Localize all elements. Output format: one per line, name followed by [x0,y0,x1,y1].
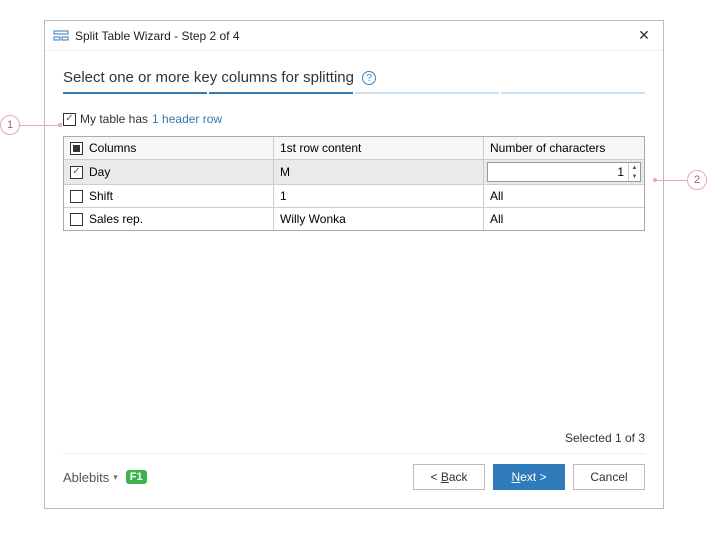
row-checkbox[interactable] [70,213,83,226]
titlebar: Split Table Wizard - Step 2 of 4 ✕ [45,21,663,51]
brand[interactable]: Ablebits ▾ [63,470,118,485]
col-header-chars[interactable]: Number of characters [484,137,644,159]
row-col-name: Sales rep. [64,208,274,230]
col-header-sample[interactable]: 1st row content [274,137,484,159]
row-name-label: Sales rep. [89,212,143,226]
brand-label: Ablebits [63,470,109,485]
col-header-columns[interactable]: Columns [64,137,274,159]
row-name-label: Shift [89,189,113,203]
table-row[interactable]: Shift 1 All [64,185,644,208]
app-icon [53,28,69,44]
chars-spin: ▲ ▼ [628,163,640,181]
wizard-content: Select one or more key columns for split… [45,51,663,508]
callout-1: 1 [0,115,20,135]
cancel-button[interactable]: Cancel [573,464,645,490]
select-all-checkbox[interactable] [70,142,83,155]
f1-badge[interactable]: F1 [126,470,147,484]
row-name-label: Day [89,165,110,179]
step-seg-2 [209,92,353,94]
row-sample: Willy Wonka [274,208,484,230]
help-icon[interactable]: ? [362,71,376,85]
selection-status: Selected 1 of 3 [63,431,645,445]
header-row-link[interactable]: 1 header row [152,112,222,126]
callout-2: 2 [687,170,707,190]
heading-text: Select one or more key columns for split… [63,69,354,86]
row-chars: All [484,185,644,207]
chevron-down-icon: ▾ [113,472,118,483]
table-row[interactable]: Sales rep. Willy Wonka All [64,208,644,230]
chars-stepper[interactable]: 1 ▲ ▼ [487,162,641,182]
step-seg-3 [355,92,499,94]
col-header-columns-label: Columns [89,141,136,155]
table-row[interactable]: Day M 1 ▲ ▼ [64,160,644,185]
row-checkbox[interactable] [70,166,83,179]
step-seg-1 [63,92,207,94]
step-seg-4 [501,92,645,94]
close-icon[interactable]: ✕ [633,27,655,44]
chars-up-icon[interactable]: ▲ [629,163,640,172]
row-checkbox[interactable] [70,190,83,203]
callout-line-1 [20,125,60,126]
row-col-name: Shift [64,185,274,207]
row-sample: M [274,160,484,184]
header-row-label: My table has [80,112,148,126]
header-row-option: My table has 1 header row [63,112,645,126]
row-chars: 1 ▲ ▼ [484,160,644,184]
table-header-row: Columns 1st row content Number of charac… [64,137,644,160]
next-button[interactable]: Next > [493,464,565,490]
row-chars: All [484,208,644,230]
col-header-chars-label: Number of characters [490,141,605,155]
callout-line-2 [655,180,687,181]
chars-down-icon[interactable]: ▼ [629,172,640,181]
row-sample: 1 [274,185,484,207]
back-button[interactable]: < Back [413,464,485,490]
header-row-checkbox[interactable] [63,113,76,126]
wizard-window: Split Table Wizard - Step 2 of 4 ✕ Selec… [44,20,664,509]
page-title: Select one or more key columns for split… [63,69,645,86]
wizard-footer: Ablebits ▾ F1 < Back Next > Cancel [63,453,645,494]
row-col-name: Day [64,160,274,184]
columns-table: Columns 1st row content Number of charac… [63,136,645,231]
window-title: Split Table Wizard - Step 2 of 4 [75,29,633,43]
step-progress [63,92,645,94]
col-header-sample-label: 1st row content [280,141,361,155]
chars-value[interactable]: 1 [488,163,628,181]
